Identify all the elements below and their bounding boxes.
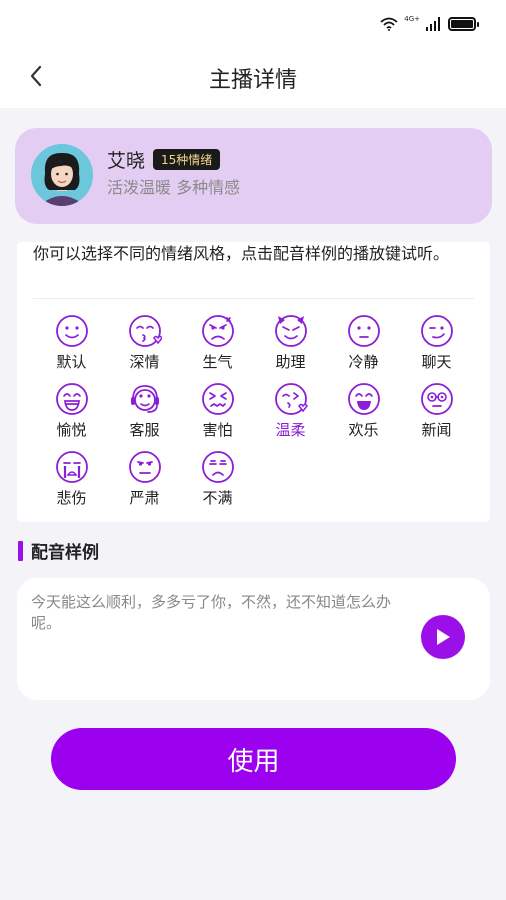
emotion-option[interactable]: 严肃 xyxy=(108,450,181,512)
status-icons: 4G+ xyxy=(380,14,479,34)
emotion-option[interactable]: 害怕 xyxy=(181,382,254,444)
anchor-description: 活泼温暖 多种情感 xyxy=(107,178,241,197)
wifi-icon xyxy=(380,17,398,31)
emotion-option[interactable]: 助理 xyxy=(254,314,327,376)
page-title: 主播详情 xyxy=(208,68,297,93)
emotion-style-card: 你可以选择不同的情绪风格，点击配音样例的播放键试听。 默认 深情 生气 助理 冷静 聊天愉… xyxy=(17,242,490,522)
emotion-option[interactable]: 聊天 xyxy=(400,314,473,376)
profile-name-row: 艾晓 15种情绪 xyxy=(107,146,221,173)
sample-card: 今天能这么顺利，多多亏了你，不然，还不知道怎么办呢。 xyxy=(17,578,490,700)
emotion-option[interactable]: 生气 xyxy=(181,314,254,376)
anchor-name: 艾晓 xyxy=(107,150,146,172)
emotion-label: 温柔 xyxy=(275,421,306,439)
status-bar: 4G+ xyxy=(0,0,506,46)
emotion-label: 悲伤 xyxy=(56,489,87,507)
avatar xyxy=(31,144,93,206)
emotion-count-badge: 15种情绪 xyxy=(153,149,221,170)
emotion-grid: 默认 深情 生气 助理 冷静 聊天愉悦 客服 害怕 温柔 欢乐 新闻悲伤 严肃 不满 xyxy=(35,314,473,512)
play-icon xyxy=(437,629,450,645)
face-scared-icon xyxy=(201,383,234,415)
emotion-label: 客服 xyxy=(129,421,160,439)
emotion-option[interactable]: 默认 xyxy=(35,314,108,376)
emotion-label: 新闻 xyxy=(421,421,452,439)
network-type-label: 4G+ xyxy=(404,15,420,23)
face-wink-heart-icon xyxy=(274,383,308,415)
face-smirk-icon xyxy=(420,315,453,347)
face-laugh-icon xyxy=(55,383,88,415)
emotion-option[interactable]: 愉悦 xyxy=(35,382,108,444)
face-displeased-icon xyxy=(201,451,234,483)
sample-text: 今天能这么顺利，多多亏了你，不然，还不知道怎么办呢。 xyxy=(31,593,392,632)
face-serious-icon xyxy=(128,451,161,483)
emotion-option[interactable]: 不满 xyxy=(181,450,254,512)
emotion-option[interactable]: 欢乐 xyxy=(327,382,400,444)
face-joy-icon xyxy=(347,383,380,415)
emotion-option[interactable]: 深情 xyxy=(108,314,181,376)
face-calm-icon xyxy=(347,315,380,347)
emotion-label: 默认 xyxy=(56,353,87,371)
emotion-label: 深情 xyxy=(129,353,160,371)
face-glasses-icon xyxy=(420,383,453,415)
emotion-label: 欢乐 xyxy=(348,421,379,439)
face-kiss-heart-icon xyxy=(128,315,162,347)
face-headset-icon xyxy=(130,385,159,413)
face-cry-icon xyxy=(55,451,88,483)
face-devil-icon xyxy=(274,315,307,347)
play-button[interactable] xyxy=(421,615,465,659)
sample-section-header: 配音样例 xyxy=(18,538,99,563)
face-angry-icon xyxy=(201,315,234,347)
section-accent-bar xyxy=(18,540,23,561)
anchor-profile-card: 艾晓 15种情绪 活泼温暖 多种情感 xyxy=(15,128,492,224)
emotion-option[interactable]: 悲伤 xyxy=(35,450,108,512)
emotion-option[interactable]: 新闻 xyxy=(400,382,473,444)
use-button[interactable]: 使用 xyxy=(51,728,456,790)
emotion-label: 助理 xyxy=(275,353,306,371)
signal-icon xyxy=(426,17,440,31)
face-smile-icon xyxy=(55,315,88,347)
emotion-intro-text: 你可以选择不同的情绪风格，点击配音样例的播放键试听。 xyxy=(33,244,450,263)
nav-bar: 主播详情 xyxy=(0,46,506,108)
emotion-label: 聊天 xyxy=(421,353,452,371)
emotion-label: 冷静 xyxy=(348,353,379,371)
emotion-option[interactable]: 温柔 xyxy=(254,382,327,444)
emotion-label: 愉悦 xyxy=(56,421,87,439)
divider xyxy=(33,298,474,299)
sample-section-title: 配音样例 xyxy=(31,543,99,563)
battery-icon xyxy=(448,17,479,31)
emotion-option[interactable]: 客服 xyxy=(108,382,181,444)
emotion-option[interactable]: 冷静 xyxy=(327,314,400,376)
emotion-label: 不满 xyxy=(202,489,233,507)
emotion-label: 害怕 xyxy=(202,421,233,439)
emotion-label: 严肃 xyxy=(129,489,160,507)
emotion-label: 生气 xyxy=(202,353,233,371)
